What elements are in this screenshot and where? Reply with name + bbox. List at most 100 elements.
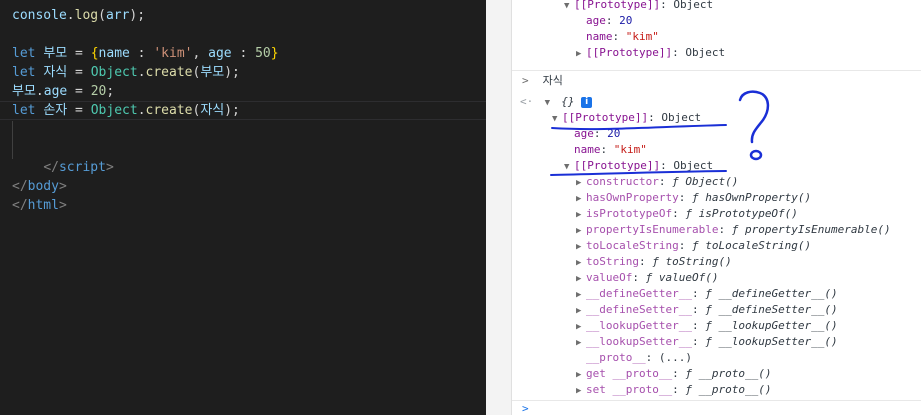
- code-token: Object: [90, 65, 138, 80]
- property-colon: :: [660, 0, 674, 11]
- property-colon: :: [600, 143, 614, 156]
- property-colon: :: [718, 223, 732, 236]
- info-icon[interactable]: i: [581, 96, 593, 108]
- property-key: name: [574, 143, 601, 156]
- property-row[interactable]: ▶ isPrototypeOf: ƒ isPrototypeOf(): [576, 206, 798, 222]
- property-row: name: "kim": [576, 29, 659, 45]
- code-token: log: [74, 8, 99, 23]
- console-result-row[interactable]: <· ▼ {} i: [520, 94, 593, 111]
- code-token: .: [137, 65, 146, 80]
- property-colon: :: [648, 111, 662, 124]
- property-row: name: "kim": [564, 142, 647, 158]
- code-token: }: [270, 46, 279, 61]
- property-row[interactable]: ▶ get __proto__: ƒ __proto__(): [576, 366, 771, 382]
- property-colon: :: [645, 351, 659, 364]
- expand-triangle-icon[interactable]: ▶: [576, 367, 586, 383]
- pane-divider[interactable]: [486, 0, 511, 415]
- property-value: ƒ toLocaleString(): [691, 239, 812, 252]
- code-token: =: [67, 84, 91, 99]
- property-colon: :: [638, 255, 653, 268]
- expand-triangle-icon[interactable]: ▶: [576, 207, 586, 223]
- property-row[interactable]: ▼ [[Prototype]]: Object: [564, 0, 713, 13]
- devtools-console[interactable]: ▼ [[Prototype]]: Object age: 20 name: "kim"…: [511, 0, 921, 415]
- expand-triangle-icon[interactable]: ▶: [576, 191, 586, 207]
- property-value: Object: [673, 159, 714, 172]
- expand-triangle-icon[interactable]: ▶: [576, 239, 586, 255]
- collapse-triangle-icon[interactable]: ▼: [564, 159, 574, 175]
- expand-triangle-icon[interactable]: ▶: [576, 303, 586, 319]
- code-token: Object: [90, 103, 138, 118]
- property-value: "kim": [625, 30, 659, 43]
- property-row[interactable]: ▶ constructor: ƒ Object(): [576, 174, 738, 190]
- expand-triangle-icon[interactable]: ▶: [576, 175, 586, 191]
- property-value: 20: [607, 127, 621, 140]
- code-line[interactable]: let 부모 = {name : 'kim', age : 50}: [12, 44, 279, 63]
- property-key: __proto__: [586, 351, 646, 364]
- code-token: create: [145, 103, 193, 118]
- code-token: script: [58, 160, 106, 175]
- code-line[interactable]: </html>: [12, 196, 67, 215]
- property-row[interactable]: ▼ [[Prototype]]: Object: [552, 110, 701, 126]
- property-row[interactable]: ▶ [[Prototype]]: Object: [576, 45, 725, 61]
- code-token: age: [43, 84, 68, 99]
- property-colon: :: [678, 239, 692, 252]
- expand-triangle-icon[interactable]: ▶: [576, 255, 586, 271]
- code-token: .: [137, 103, 146, 118]
- code-line[interactable]: </script>: [12, 158, 114, 177]
- code-token: html: [27, 198, 59, 213]
- property-value: ƒ hasOwnProperty(): [691, 191, 812, 204]
- expand-triangle-icon[interactable]: ▼: [545, 95, 555, 111]
- code-line[interactable]: let 자식 = Object.create(부모);: [12, 63, 240, 82]
- property-colon: :: [672, 46, 686, 59]
- property-colon: :: [658, 175, 673, 188]
- expand-triangle-icon[interactable]: ▶: [576, 271, 586, 287]
- code-token: 부모: [200, 65, 225, 80]
- property-row[interactable]: ▶ __lookupSetter__: ƒ __lookupSetter__(): [576, 334, 838, 350]
- property-row[interactable]: ▶ hasOwnProperty: ƒ hasOwnProperty(): [576, 190, 811, 206]
- property-colon: :: [691, 319, 706, 332]
- collapse-triangle-icon[interactable]: ▼: [552, 111, 562, 127]
- code-token: 부모: [12, 84, 36, 99]
- property-colon: :: [605, 14, 620, 27]
- code-editor[interactable]: console.log(arr); let 부모 = {name : 'kim',…: [0, 0, 486, 415]
- code-token: ;: [106, 84, 115, 99]
- console-input-echo-row: > 자식: [522, 73, 563, 89]
- prompt-chevron-icon: >: [522, 74, 529, 87]
- code-token: (: [98, 8, 106, 23]
- property-row[interactable]: ▶ set __proto__: ƒ __proto__(): [576, 382, 771, 398]
- property-row: __proto__: (...): [576, 350, 692, 366]
- result-arrow-icon: <·: [520, 95, 534, 108]
- property-row[interactable]: ▶ toString: ƒ toString(): [576, 254, 732, 270]
- property-row[interactable]: ▶ propertyIsEnumerable: ƒ propertyIsEnume…: [576, 222, 891, 238]
- expand-triangle-icon[interactable]: ▶: [576, 287, 586, 303]
- expand-triangle-icon[interactable]: ▶: [576, 319, 586, 335]
- console-prompt-row[interactable]: >: [522, 401, 529, 415]
- code-line[interactable]: let 손자 = Object.create(자식);: [12, 101, 240, 120]
- code-token: name: [98, 46, 130, 61]
- property-row[interactable]: ▶ toLocaleString: ƒ toLocaleString(): [576, 238, 811, 254]
- expand-triangle-icon[interactable]: ▶: [576, 46, 586, 62]
- property-key: [[Prototype]]: [562, 111, 649, 124]
- property-row[interactable]: ▼ [[Prototype]]: Object: [564, 158, 713, 174]
- property-row[interactable]: ▶ valueOf: ƒ valueOf(): [576, 270, 718, 286]
- expand-triangle-icon[interactable]: ▶: [576, 383, 586, 399]
- property-row[interactable]: ▶ __lookupGetter__: ƒ __lookupGetter__(): [576, 318, 838, 334]
- code-token: console: [12, 8, 67, 23]
- property-value: ƒ __lookupSetter__(): [705, 335, 838, 348]
- code-token: );: [224, 103, 240, 118]
- code-line[interactable]: </body>: [12, 177, 67, 196]
- code-token: >: [105, 160, 114, 175]
- code-line[interactable]: 부모.age = 20;: [12, 82, 114, 101]
- property-row[interactable]: ▶ __defineGetter__: ƒ __defineGetter__(): [576, 286, 838, 302]
- code-token: );: [224, 65, 240, 80]
- code-token: create: [145, 65, 193, 80]
- collapse-triangle-icon[interactable]: ▼: [564, 0, 574, 14]
- code-line[interactable]: console.log(arr);: [12, 6, 145, 25]
- code-token: =: [67, 103, 91, 118]
- property-row[interactable]: ▶ __defineSetter__: ƒ __defineSetter__(): [576, 302, 838, 318]
- property-key: hasOwnProperty: [586, 191, 679, 204]
- expand-triangle-icon[interactable]: ▶: [576, 335, 586, 351]
- expand-triangle-icon[interactable]: ▶: [576, 223, 586, 239]
- property-value: ƒ __lookupGetter__(): [705, 319, 838, 332]
